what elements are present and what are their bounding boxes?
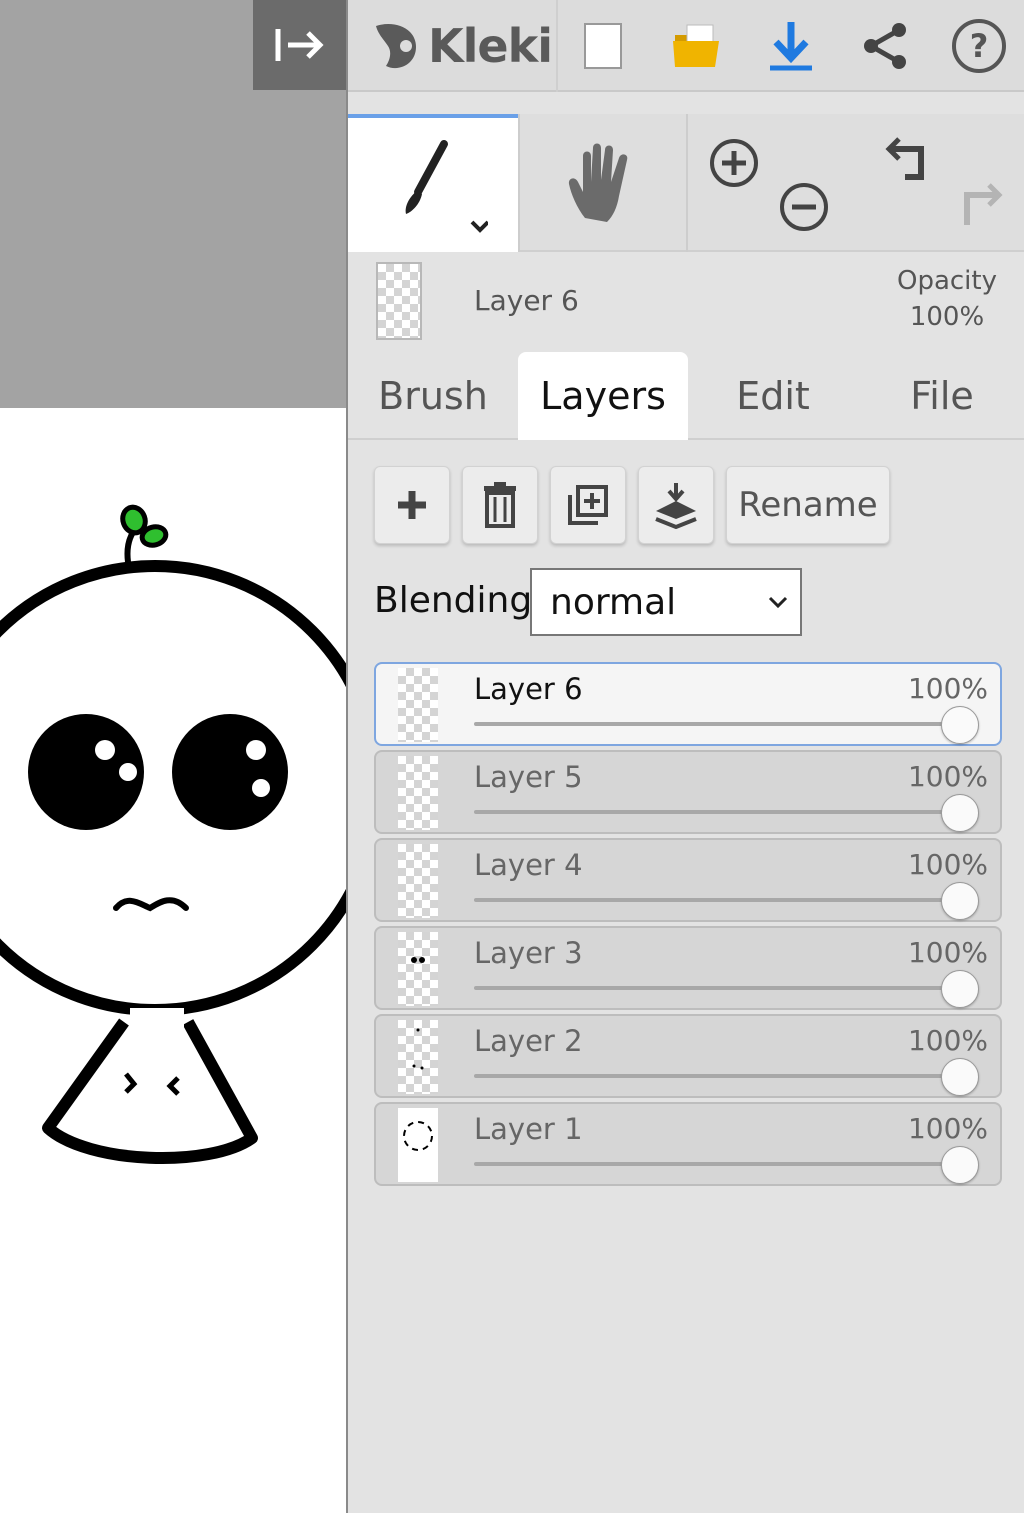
opacity-slider-knob[interactable]	[941, 794, 979, 832]
layer-item-3[interactable]: Layer 3 100%	[374, 926, 1002, 1010]
brush-icon	[405, 140, 488, 233]
opacity-slider-track[interactable]	[474, 1074, 968, 1078]
brush-tool-button[interactable]	[348, 114, 518, 252]
layer-opacity: 100%	[907, 936, 988, 969]
zoom-in-icon	[710, 139, 758, 187]
layer-item-1[interactable]: Layer 1 100%	[374, 1102, 1002, 1186]
help-button[interactable]: ?	[946, 14, 1012, 78]
help-icon: ?	[952, 19, 1006, 73]
layer-preview	[412, 1028, 424, 1070]
redo-button[interactable]	[944, 174, 1014, 244]
side-panel: Kleki ? Layer 6 Opacity 100% Brush Layer…	[346, 0, 1024, 1513]
layer-opacity: 100%	[907, 672, 988, 705]
layer-opacity: 100%	[907, 760, 988, 793]
delete-layer-button[interactable]	[462, 466, 538, 544]
layer-thumbnail	[398, 756, 438, 830]
layer-thumbnail	[398, 668, 438, 742]
panel-tabs: Brush Layers Edit File	[348, 352, 1024, 440]
layer-opacity: 100%	[907, 848, 988, 881]
share-icon	[864, 23, 906, 69]
layer-opacity: 100%	[907, 1112, 988, 1145]
redo-icon	[964, 183, 1003, 225]
undo-button[interactable]	[876, 128, 946, 198]
layer-thumbnail	[398, 1108, 438, 1182]
app-title: Kleki	[428, 19, 553, 73]
layer-item-2[interactable]: Layer 2 100%	[374, 1014, 1002, 1098]
opacity-slider-track[interactable]	[474, 898, 968, 902]
rename-layer-button[interactable]: Rename	[726, 466, 890, 544]
zoom-out-icon	[780, 183, 828, 231]
chevron-down-icon	[470, 220, 488, 233]
zoom-out-button[interactable]	[774, 172, 834, 242]
opacity-label: Opacity	[896, 266, 997, 296]
collapse-panel-icon	[275, 29, 324, 61]
tab-edit[interactable]: Edit	[688, 352, 858, 440]
duplicate-icon	[568, 485, 608, 525]
svg-text:?: ?	[970, 27, 989, 65]
kleki-logo-icon	[376, 24, 416, 69]
tool-row	[348, 114, 1024, 252]
blending-label: Blending	[374, 580, 533, 621]
save-button[interactable]	[758, 14, 824, 78]
hand-tool-button[interactable]	[520, 114, 686, 252]
layer-name: Layer 5	[474, 760, 583, 794]
toolbar-divider	[556, 0, 558, 92]
layer-thumbnail	[398, 1020, 438, 1094]
layer-thumbnail	[398, 932, 438, 1006]
current-layer-info: Layer 6 Opacity 100%	[348, 254, 1024, 350]
layer-item-5[interactable]: Layer 5 100%	[374, 750, 1002, 834]
duplicate-layer-button[interactable]	[550, 466, 626, 544]
tab-file[interactable]: File	[858, 352, 1024, 440]
layer-name: Layer 4	[474, 848, 583, 882]
undo-icon	[885, 137, 924, 180]
share-button[interactable]	[852, 14, 918, 78]
layer-name: Layer 2	[474, 1024, 583, 1058]
opacity-slider-knob[interactable]	[941, 706, 979, 744]
opacity-slider-knob[interactable]	[941, 970, 979, 1008]
opacity-slider-track[interactable]	[474, 1162, 968, 1166]
character-drawing	[0, 504, 346, 1165]
layer-name: Layer 3	[474, 936, 583, 970]
layer-preview	[411, 957, 425, 963]
tool-separator	[686, 114, 688, 252]
opacity-slider-track[interactable]	[474, 810, 968, 814]
layer-item-6[interactable]: Layer 6 100%	[374, 662, 1002, 746]
trash-icon	[484, 482, 516, 528]
current-layer-thumbnail	[376, 262, 422, 340]
layer-opacity: 100%	[907, 1024, 988, 1057]
open-file-button[interactable]	[664, 14, 730, 78]
zoom-in-button[interactable]	[704, 128, 764, 198]
hand-icon	[568, 143, 628, 222]
opacity-slider-track[interactable]	[474, 986, 968, 990]
merge-down-icon	[655, 483, 697, 529]
current-layer-name: Layer 6	[474, 284, 579, 317]
collapse-panel-button[interactable]	[253, 0, 346, 90]
opacity-slider-knob[interactable]	[941, 1146, 979, 1184]
merge-down-button[interactable]	[638, 466, 714, 544]
download-icon	[770, 22, 812, 71]
opacity-value: 100%	[909, 302, 985, 332]
rename-label: Rename	[738, 485, 878, 525]
new-image-icon	[584, 23, 622, 69]
blending-value: normal	[550, 581, 677, 623]
chevron-down-icon	[768, 596, 788, 609]
add-layer-button[interactable]	[374, 466, 450, 544]
opacity-slider-knob[interactable]	[941, 882, 979, 920]
layer-thumbnail	[398, 844, 438, 918]
layer-name: Layer 6	[474, 672, 583, 706]
new-image-button[interactable]	[570, 14, 636, 78]
opacity-slider-knob[interactable]	[941, 1058, 979, 1096]
layer-preview	[403, 1121, 433, 1151]
open-folder-icon	[673, 24, 719, 67]
plus-icon	[398, 491, 426, 519]
opacity-slider-track[interactable]	[474, 722, 968, 726]
tab-brush[interactable]: Brush	[348, 352, 518, 440]
app-logo: Kleki	[368, 14, 553, 78]
drawing-canvas[interactable]	[0, 0, 346, 1513]
blending-select[interactable]: normal	[530, 568, 802, 636]
layer-item-4[interactable]: Layer 4 100%	[374, 838, 1002, 922]
tab-layers[interactable]: Layers	[518, 352, 688, 440]
top-toolbar: Kleki ?	[348, 0, 1024, 92]
layer-name: Layer 1	[474, 1112, 583, 1146]
